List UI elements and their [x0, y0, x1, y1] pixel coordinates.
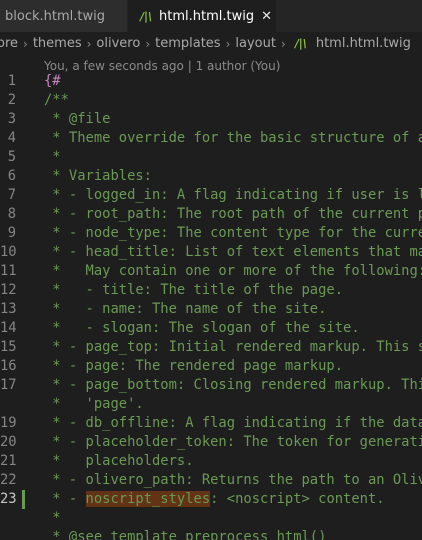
line-number: 19 — [0, 415, 17, 431]
close-icon[interactable]: ✕ — [261, 9, 272, 24]
code-line: 7 * - logged_in: A flag indicating if us… — [0, 186, 422, 205]
chevron-right-icon: › — [280, 36, 286, 51]
code-line: 21 * placeholders. — [0, 452, 422, 471]
breadcrumb-item-layout[interactable]: layout — [235, 36, 276, 51]
line-number: 16 — [0, 358, 17, 374]
code-line: 9 * - node_type: The content type for th… — [0, 224, 422, 243]
code-line: 2 /** — [0, 91, 422, 110]
line-number: 11 — [0, 263, 17, 279]
code-line: 8 * - root_path: The root path of the cu… — [0, 205, 422, 224]
code-line: 17 * - page_bottom: Closing rendered mar… — [0, 376, 422, 395]
code-text: {# — [44, 73, 61, 89]
breadcrumb-item-core[interactable]: ore — [0, 36, 18, 51]
chevron-right-icon: › — [86, 36, 92, 51]
breadcrumb-item-themes[interactable]: themes — [33, 36, 82, 51]
line-number: 7 — [7, 187, 16, 203]
twig-file-icon: /|\ — [294, 37, 307, 50]
line-number: 23 — [0, 491, 17, 507]
line-number: 17 — [0, 377, 17, 393]
line-number: 3 — [7, 111, 16, 127]
code-line: * 'page'. — [0, 395, 422, 414]
line-number: 5 — [7, 149, 16, 165]
line-number: 6 — [7, 168, 16, 184]
line-number: 13 — [0, 301, 17, 317]
code-line: 15 * - page_top: Initial rendered markup… — [0, 338, 422, 357]
code-text: * @see template_preprocess_html() — [44, 529, 327, 540]
chevron-right-icon: › — [225, 36, 231, 51]
line-number: 1 — [7, 73, 16, 89]
breadcrumb-item-templates[interactable]: templates — [155, 36, 220, 51]
git-modified-marker[interactable] — [22, 490, 25, 509]
code-line: 10 * - head_title: List of text elements… — [0, 243, 422, 262]
code-line: 1 {# — [0, 72, 422, 91]
code-text: * - placeholder_token: The token for gen… — [52, 434, 422, 450]
tab-html-html-twig[interactable]: /|\ html.html.twig ✕ — [128, 0, 276, 32]
line-number: 2 — [7, 92, 16, 108]
line-number: 9 — [7, 225, 16, 241]
breadcrumb: ore › themes › olivero › templates › lay… — [0, 32, 422, 55]
chevron-right-icon: › — [23, 36, 28, 51]
breadcrumb-item-file[interactable]: html.html.twig — [316, 36, 411, 51]
code-text: * - page_top: Initial rendered markup. T… — [52, 339, 422, 355]
breadcrumb-item-olivero[interactable]: olivero — [96, 36, 140, 51]
code-line: 16 * - page: The rendered page markup. — [0, 357, 422, 376]
chevron-right-icon: › — [145, 36, 151, 51]
tab-label: html.html.twig — [159, 8, 255, 24]
code-text-after: : <noscript> content. — [210, 491, 385, 507]
twig-file-icon: /|\ — [140, 9, 153, 23]
word-highlight: noscript_styles — [85, 491, 211, 507]
code-text: * - node_type: The content type for the … — [52, 225, 422, 241]
code-text-before: * - — [44, 491, 86, 507]
code-text: * - page_bottom: Closing rendered markup… — [52, 377, 422, 393]
code-text: * - root_path: The root path of the curr… — [52, 206, 422, 222]
code-line: 20 * - placeholder_token: The token for … — [0, 433, 422, 452]
line-number: 22 — [0, 472, 17, 488]
code-text: * 'page'. — [44, 396, 144, 412]
code-line: 4 * Theme override for the basic structu… — [0, 129, 422, 148]
line-number: 21 — [0, 453, 17, 469]
code-text: * @file — [44, 111, 111, 127]
line-number: 4 — [7, 130, 16, 146]
code-text: * - page: The rendered page markup. — [44, 358, 344, 374]
tab-block-html-twig[interactable]: block.html.twig — [0, 0, 128, 32]
code-text: /** — [44, 92, 69, 108]
code-line: 3 * @file — [0, 110, 422, 129]
code-line: 23 * - noscript_styles: <noscript> conte… — [0, 490, 422, 509]
code-text: * - head_title: List of text elements th… — [52, 244, 422, 260]
code-text: * - noscript_styles: <noscript> content. — [44, 490, 385, 509]
line-number: 20 — [0, 434, 17, 450]
code-text: * - slogan: The slogan of the site. — [44, 320, 360, 336]
code-line: 11 * May contain one or more of the foll… — [0, 262, 422, 281]
code-text: * - name: The name of the site. — [44, 301, 327, 317]
code-text: * Variables: — [44, 168, 152, 184]
code-line: * — [0, 509, 422, 528]
line-number: 15 — [0, 339, 17, 355]
code-text: * May contain one or more of the followi… — [44, 263, 422, 279]
code-text: * placeholders. — [44, 453, 194, 469]
code-line: 13 * - name: The name of the site. — [0, 300, 422, 319]
line-number: 10 — [0, 244, 17, 260]
code-line: * @see template_preprocess_html() — [0, 528, 422, 540]
line-number: 12 — [0, 282, 17, 298]
code-line: 12 * - title: The title of the page. — [0, 281, 422, 300]
code-line: 19 * - db_offline: A flag indicating if … — [0, 414, 422, 433]
code-text: * Theme override for the basic structure… — [52, 130, 422, 146]
code-text: * - db_offline: A flag indicating if the… — [52, 415, 422, 431]
code-text: * - title: The title of the page. — [44, 282, 344, 298]
tab-label: block.html.twig — [5, 8, 105, 24]
code-line: 22 * - olivero_path: Returns the path to… — [0, 471, 422, 490]
code-line: 5 * — [0, 148, 422, 167]
code-text: * — [44, 510, 61, 526]
code-editor[interactable]: You, a few seconds ago | 1 author (You) … — [0, 55, 422, 540]
code-text: * — [44, 149, 61, 165]
line-number: 8 — [7, 206, 16, 222]
code-text: * - logged_in: A flag indicating if user… — [52, 187, 422, 203]
code-line: 14 * - slogan: The slogan of the site. — [0, 319, 422, 338]
line-number: 14 — [0, 320, 17, 336]
code-line: 6 * Variables: — [0, 167, 422, 186]
tab-bar: block.html.twig /|\ html.html.twig ✕ — [0, 0, 422, 32]
code-text: * - olivero_path: Returns the path to an… — [52, 472, 422, 488]
